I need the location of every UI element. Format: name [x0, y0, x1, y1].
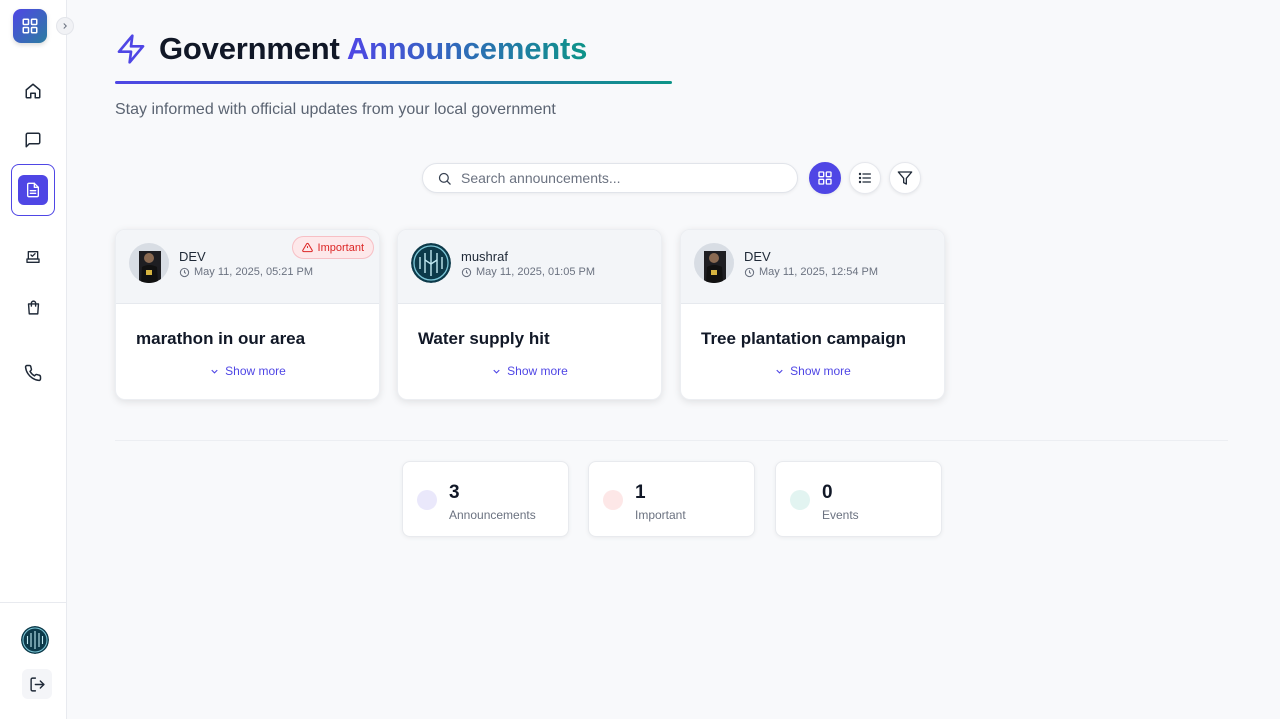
stat-label: Important [635, 508, 686, 522]
user-avatar[interactable] [21, 626, 49, 654]
post-date: May 11, 2025, 12:54 PM [744, 266, 878, 278]
show-more-label: Show more [507, 364, 568, 378]
page-header: Government Announcements Stay informed w… [115, 30, 672, 118]
person-photo-icon [129, 243, 169, 283]
sidebar-bottom [0, 602, 66, 719]
app-logo-button[interactable] [13, 9, 47, 43]
announcement-card[interactable]: mushraf May 11, 2025, 01:05 PM Water sup… [397, 229, 662, 400]
post-date-text: May 11, 2025, 12:54 PM [759, 266, 879, 278]
badge-label: Important [317, 241, 364, 254]
post-date: May 11, 2025, 01:05 PM [461, 266, 595, 278]
search-box [422, 163, 798, 193]
grid-view-button[interactable] [809, 162, 841, 194]
search-input[interactable] [461, 170, 761, 186]
clock-icon [461, 267, 472, 277]
stat-value: 3 [449, 482, 460, 503]
filter-button[interactable] [889, 162, 921, 194]
phone-icon [24, 364, 42, 382]
title-underline [115, 81, 672, 84]
stat-card-important: 1 Important [588, 461, 755, 537]
filter-icon [897, 171, 913, 185]
lightning-icon [117, 34, 145, 64]
post-date-text: May 11, 2025, 01:05 PM [476, 266, 596, 278]
announcement-title: marathon in our area [136, 329, 306, 348]
author-avatar [411, 243, 451, 283]
stat-label: Events [822, 508, 859, 522]
show-more-button[interactable]: Show more [681, 364, 944, 378]
home-icon [25, 83, 41, 99]
post-date-text: May 11, 2025, 05:21 PM [194, 266, 314, 278]
sidebar [0, 0, 74, 719]
stat-card-events: 0 Events [775, 461, 942, 537]
announcement-title: Tree plantation campaign [701, 329, 906, 348]
show-more-button[interactable]: Show more [398, 364, 661, 378]
message-icon [25, 132, 41, 148]
author-name: mushraf [461, 249, 508, 264]
shopping-bag-icon [27, 299, 39, 315]
chevron-down-icon [776, 369, 783, 374]
chevron-down-icon [211, 369, 218, 374]
show-more-label: Show more [790, 364, 851, 378]
stat-dot [603, 490, 623, 510]
important-badge: Important [291, 236, 374, 259]
announcement-title: Water supply hit [418, 329, 550, 348]
page-title-accent: Announcements [346, 31, 588, 66]
list-icon [858, 172, 871, 184]
grid-icon [818, 171, 832, 185]
author-name: DEV [744, 249, 771, 264]
sidebar-item-home[interactable] [19, 77, 47, 105]
chevron-down-icon [493, 369, 500, 374]
person-photo-icon [694, 243, 734, 283]
alert-triangle-icon [301, 242, 313, 253]
dashboard-grid-icon [22, 18, 38, 34]
author-avatar [694, 243, 734, 283]
logout-icon [29, 676, 45, 692]
vote-box-icon [26, 251, 40, 263]
stat-value: 0 [822, 482, 833, 503]
circuit-avatar-icon [411, 243, 451, 283]
show-more-label: Show more [225, 364, 286, 378]
stat-label: Announcements [449, 508, 536, 522]
author-avatar [129, 243, 169, 283]
page-subtitle: Stay informed with official updates from… [115, 101, 556, 118]
chevron-right-icon [63, 23, 67, 29]
section-divider [115, 440, 1228, 441]
sidebar-item-messages[interactable] [19, 126, 47, 154]
sidebar-item-announcements[interactable] [11, 164, 55, 216]
clock-icon [179, 267, 190, 277]
logout-button[interactable] [22, 669, 52, 699]
announcement-card[interactable]: DEV May 11, 2025, 12:54 PM Tree plantati… [680, 229, 945, 400]
document-icon [27, 182, 39, 198]
stat-dot [790, 490, 810, 510]
post-date: May 11, 2025, 05:21 PM [179, 266, 313, 278]
sidebar-item-contact[interactable] [19, 359, 47, 387]
clock-icon [744, 267, 755, 277]
author-name: DEV [179, 249, 206, 264]
stat-dot [417, 490, 437, 510]
show-more-button[interactable]: Show more [116, 364, 379, 378]
list-view-button[interactable] [849, 162, 881, 194]
page-title: Government Announcements [159, 31, 587, 67]
circuit-avatar-icon [21, 626, 49, 654]
sidebar-toggle-button[interactable] [56, 17, 74, 35]
page-title-main: Government [159, 31, 340, 66]
sidebar-item-voting[interactable] [19, 243, 47, 271]
announcement-card[interactable]: DEV May 11, 2025, 05:21 PM Important mar… [115, 229, 380, 400]
search-icon [438, 172, 451, 185]
stat-card-announcements: 3 Announcements [402, 461, 569, 537]
stat-value: 1 [635, 482, 646, 503]
sidebar-item-shop[interactable] [19, 293, 47, 321]
